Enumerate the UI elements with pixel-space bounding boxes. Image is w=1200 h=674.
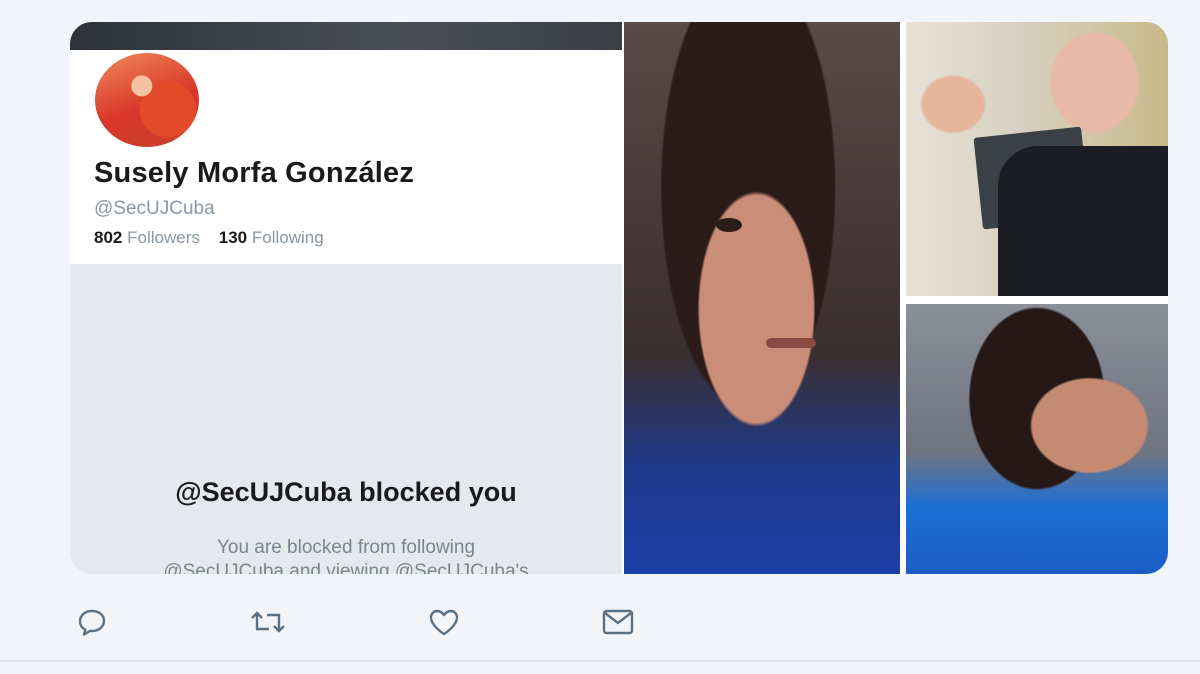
profile-banner [70,22,622,50]
media-photo-woman-closeup[interactable] [624,22,900,574]
photo-detail [806,218,832,232]
profile-card: Susely Morfa González @SecUJCuba 802 Fol… [70,50,622,264]
retweet-icon [251,611,285,633]
following-label: Following [251,228,324,247]
tweet-media-collage[interactable]: Susely Morfa González @SecUJCuba 802 Fol… [70,22,1168,574]
followers-label: Followers [127,228,200,247]
following-count: 130 [218,228,248,247]
mail-icon [602,609,634,635]
tweet-action-bar [70,600,670,644]
avatar [92,50,202,150]
blocked-desc-line2: @SecUJCuba and viewing @SecUJCuba's [163,561,529,574]
blocked-description: You are blocked from following @SecUJCub… [70,536,622,574]
photo-detail [766,338,816,348]
photo-detail [998,146,1168,296]
divider [0,660,1200,662]
media-profile-screenshot[interactable]: Susely Morfa González @SecUJCuba 802 Fol… [70,22,622,574]
blocked-desc-line1: You are blocked from following [216,537,476,558]
retweet-button[interactable] [246,600,290,644]
photo-detail [716,218,742,232]
blocked-title: @SecUJCuba blocked you [175,477,517,507]
profile-display-name: Susely Morfa González [94,157,415,189]
media-photo-video-still[interactable] [906,304,1168,574]
followers-count: 802 [94,228,123,247]
profile-handle: @SecUJCuba [94,198,215,219]
media-photo-award-ceremony[interactable] [906,22,1168,296]
heart-icon [429,609,459,636]
profile-stats: 802 Followers 130 Following [94,228,324,248]
share-button[interactable] [596,600,640,644]
reply-icon [78,609,106,636]
reply-button[interactable] [70,600,114,644]
like-button[interactable] [422,600,466,644]
